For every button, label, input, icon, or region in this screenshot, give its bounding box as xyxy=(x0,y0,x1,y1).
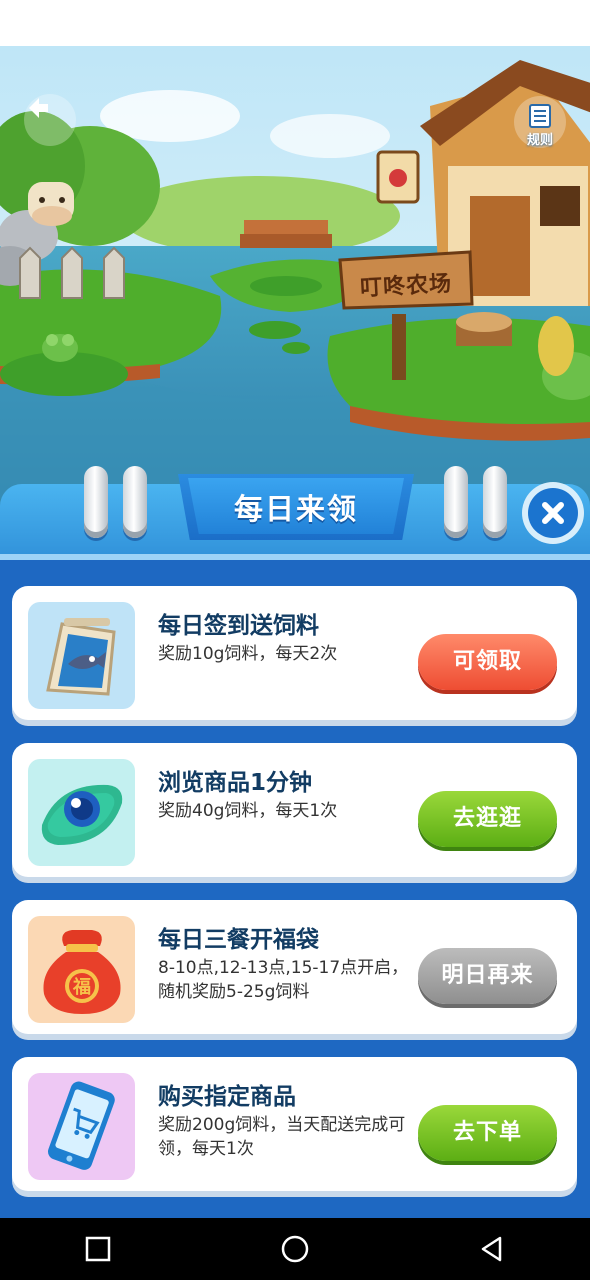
home-button[interactable] xyxy=(265,1227,325,1271)
task-title: 浏览商品1分钟 xyxy=(158,770,313,796)
rules-label: 规则 xyxy=(526,133,553,148)
place-order-button[interactable]: 去下单 xyxy=(418,1105,557,1161)
back-button[interactable] xyxy=(24,94,76,146)
task-desc: 奖励200g饲料，当天配送完成可领，每天1次 xyxy=(158,1115,406,1159)
circle-icon xyxy=(281,1235,309,1263)
system-nav-bar xyxy=(0,1218,590,1280)
task-icon-box: 福 xyxy=(28,916,135,1023)
task-title: 每日三餐开福袋 xyxy=(158,927,319,953)
task-title: 购买指定商品 xyxy=(158,1084,296,1110)
panel-peg xyxy=(444,466,468,538)
daily-task-panel: 每日来领 每日签到送饲料 奖励10g饲料，每天2次 可领取 浏览商品1分钟 奖励… xyxy=(0,466,590,1218)
claim-button[interactable]: 可领取 xyxy=(418,634,557,690)
back-arrow-icon xyxy=(29,98,48,118)
panel-peg xyxy=(84,466,108,538)
shopping-cart-phone-icon xyxy=(48,1081,115,1170)
eye-icon xyxy=(41,784,123,845)
recent-apps-button[interactable] xyxy=(68,1227,128,1271)
panel-title: 每日来领 xyxy=(233,492,358,526)
panel-peg xyxy=(483,466,507,538)
panel-peg xyxy=(123,466,147,538)
browse-button[interactable]: 去逛逛 xyxy=(418,791,557,847)
rules-document-icon xyxy=(529,104,551,128)
task-card-purchase: 购买指定商品 奖励200g饲料，当天配送完成可领，每天1次 去下单 xyxy=(12,1057,577,1191)
triangle-back-icon xyxy=(481,1236,501,1262)
calendar-fish-icon xyxy=(46,618,116,696)
lucky-bag-icon: 福 xyxy=(43,930,121,1014)
farm-scene: 规则 叮咚农场 xyxy=(0,46,590,510)
close-button-inner xyxy=(528,488,578,538)
farm-sign-text: 叮咚农场 xyxy=(359,270,453,302)
farm-scene-illustration xyxy=(0,46,590,510)
task-desc: 奖励40g饲料，每天1次 xyxy=(158,801,338,821)
task-title: 每日签到送饲料 xyxy=(158,613,319,639)
svg-text:福: 福 xyxy=(72,976,91,998)
come-back-tomorrow-button[interactable]: 明日再来 xyxy=(418,948,557,1004)
task-desc: 奖励10g饲料，每天2次 xyxy=(158,644,338,664)
task-desc: 8-10点,12-13点,15-17点开启，随机奖励5-25g饲料 xyxy=(158,958,409,1002)
status-bar-area xyxy=(0,0,590,46)
task-card-browse: 浏览商品1分钟 奖励40g饲料，每天1次 去逛逛 xyxy=(12,743,577,877)
close-icon xyxy=(542,502,564,524)
task-card-lucky-bag: 福 每日三餐开福袋 8-10点,12-13点,15-17点开启，随机奖励5-25… xyxy=(12,900,577,1034)
task-card-sign-in: 每日签到送饲料 奖励10g饲料，每天2次 可领取 xyxy=(12,586,577,720)
rules-button[interactable]: 规则 xyxy=(514,96,566,148)
task-icon-box xyxy=(28,1073,135,1180)
close-button[interactable] xyxy=(522,482,584,544)
square-icon xyxy=(86,1236,111,1262)
task-icon-box xyxy=(28,602,135,709)
task-icon-box xyxy=(28,759,135,866)
system-back-button[interactable] xyxy=(462,1227,522,1271)
